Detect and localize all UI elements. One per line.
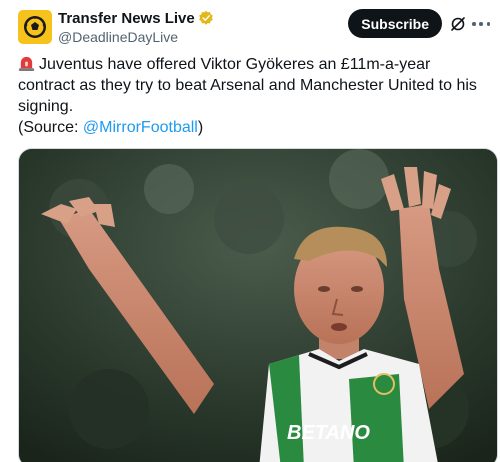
siren-emoji-icon: [18, 56, 35, 72]
subscribe-button[interactable]: Subscribe: [348, 9, 442, 38]
source-suffix: ): [197, 119, 204, 136]
football-logo-icon: [24, 16, 46, 38]
author-block[interactable]: Transfer News Live @DeadlineDayLive: [58, 8, 214, 45]
account-handle[interactable]: @DeadlineDayLive: [58, 29, 214, 45]
tweet-source: (Source: @MirrorFootball): [18, 117, 203, 138]
account-avatar[interactable]: [18, 10, 52, 44]
grok-icon[interactable]: [450, 16, 466, 32]
kit-sponsor-text: BETANO: [287, 422, 370, 444]
tweet-body: Juventus have offered Viktor Gyökeres an…: [18, 56, 477, 115]
source-prefix: (Source:: [18, 119, 83, 136]
display-name[interactable]: Transfer News Live: [58, 10, 195, 27]
tweet-header: Transfer News Live @DeadlineDayLive Subs…: [18, 8, 492, 48]
verified-badge-icon: [198, 10, 213, 25]
source-mention-link[interactable]: @MirrorFootball: [83, 119, 198, 136]
tweet-text: Juventus have offered Viktor Gyökeres an…: [18, 54, 488, 117]
more-dots-icon[interactable]: [472, 15, 490, 33]
player-photo: BETANO: [19, 149, 497, 462]
tweet-media-image[interactable]: BETANO: [18, 148, 498, 462]
